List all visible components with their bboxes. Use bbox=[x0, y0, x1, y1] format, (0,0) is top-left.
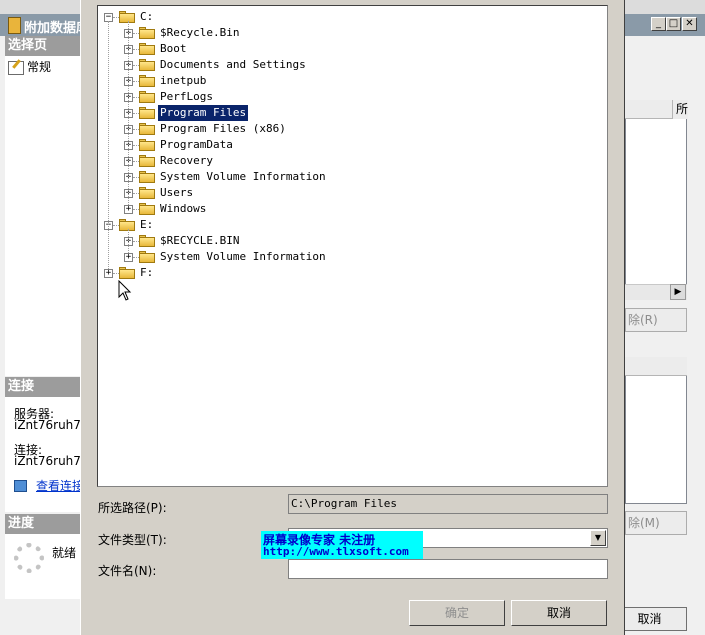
tree-node-label[interactable]: inetpub bbox=[158, 73, 208, 89]
folder-icon bbox=[139, 235, 155, 247]
folder-icon bbox=[139, 75, 155, 87]
folder-icon bbox=[139, 251, 155, 263]
tree-node-label[interactable]: Recovery bbox=[158, 153, 215, 169]
folder-icon bbox=[119, 11, 135, 23]
tree-node-label[interactable]: Program Files bbox=[158, 105, 249, 121]
folder-icon bbox=[139, 43, 155, 55]
remove-button[interactable]: 除(R) bbox=[625, 308, 687, 332]
selected-path-field: C:\Program Files bbox=[288, 494, 608, 514]
folder-icon bbox=[139, 139, 155, 151]
folder-icon bbox=[139, 91, 155, 103]
remove-details-button[interactable]: 除(M) bbox=[625, 511, 687, 535]
tree-node-label[interactable]: ProgramData bbox=[158, 137, 235, 153]
tree-node-label[interactable]: Boot bbox=[158, 41, 189, 57]
file-name-label: 文件名(N): bbox=[98, 564, 157, 578]
select-page-header: 选择页 bbox=[5, 36, 80, 56]
select-page-panel bbox=[5, 56, 80, 376]
grid-header-cell[interactable]: 所 bbox=[672, 100, 688, 119]
connection-header: 连接 bbox=[5, 377, 80, 397]
database-icon bbox=[8, 17, 21, 34]
details-grid-header bbox=[625, 357, 687, 376]
tree-node-label[interactable]: F: bbox=[138, 265, 155, 281]
progress-status: 就绪 bbox=[52, 546, 77, 560]
server-value: iZnt76ruh78 bbox=[14, 418, 89, 432]
selected-path-label: 所选路径(P): bbox=[98, 501, 167, 515]
view-connection-link[interactable]: 查看连接 bbox=[36, 477, 84, 494]
minimize-icon[interactable]: _ bbox=[651, 17, 666, 31]
page-item-general[interactable]: 常规 bbox=[8, 58, 51, 76]
expand-icon[interactable]: + bbox=[124, 205, 133, 214]
scroll-right-icon[interactable]: ▶ bbox=[670, 284, 686, 300]
tree-connector bbox=[108, 21, 109, 269]
tree-node-label[interactable]: E: bbox=[138, 217, 155, 233]
dropdown-arrow-icon[interactable]: ▼ bbox=[590, 530, 606, 546]
tree-node-label[interactable]: Documents and Settings bbox=[158, 57, 308, 73]
file-type-label: 文件类型(T): bbox=[98, 533, 167, 547]
close-icon[interactable]: ✕ bbox=[682, 17, 697, 31]
mouse-cursor-icon bbox=[118, 280, 132, 301]
page-item-label: 常规 bbox=[27, 60, 52, 74]
folder-icon bbox=[139, 59, 155, 71]
recorder-watermark: 屏幕录像专家 未注册 http://www.tlxsoft.com bbox=[261, 531, 423, 559]
connection-value: iZnt76ruh78 bbox=[14, 454, 89, 468]
tree-node-label[interactable]: Users bbox=[158, 185, 195, 201]
expand-icon[interactable]: + bbox=[104, 269, 113, 278]
properties-icon bbox=[8, 60, 24, 75]
folder-icon bbox=[139, 203, 155, 215]
file-name-input[interactable] bbox=[288, 559, 608, 579]
folder-icon bbox=[139, 27, 155, 39]
tree-node-label[interactable]: System Volume Information bbox=[158, 249, 328, 265]
tree-node-label[interactable]: System Volume Information bbox=[158, 169, 328, 185]
details-grid[interactable] bbox=[625, 357, 687, 504]
folder-icon bbox=[139, 123, 155, 135]
tree-connector bbox=[128, 21, 129, 205]
tree-connector bbox=[128, 229, 129, 253]
folder-icon bbox=[139, 107, 155, 119]
tree-node-label[interactable]: PerfLogs bbox=[158, 89, 215, 105]
connection-properties-icon bbox=[14, 480, 27, 492]
tree-node-label[interactable]: $RECYCLE.BIN bbox=[158, 233, 241, 249]
expand-icon[interactable]: + bbox=[124, 253, 133, 262]
folder-icon bbox=[119, 267, 135, 279]
tree-node-label[interactable]: Windows bbox=[158, 201, 208, 217]
databases-grid[interactable] bbox=[625, 100, 687, 298]
folder-icon bbox=[139, 171, 155, 183]
folder-icon bbox=[139, 155, 155, 167]
tree-node-label[interactable]: C: bbox=[138, 9, 155, 25]
tree-node-label[interactable]: $Recycle.Bin bbox=[158, 25, 241, 41]
progress-header: 进度 bbox=[5, 514, 80, 534]
progress-spinner-icon bbox=[14, 543, 44, 573]
cancel-button[interactable]: 取消 bbox=[511, 600, 607, 626]
tree-node-label[interactable]: Program Files (x86) bbox=[158, 121, 288, 137]
ok-button[interactable]: 确定 bbox=[409, 600, 505, 626]
folder-icon bbox=[139, 187, 155, 199]
folder-icon bbox=[119, 219, 135, 231]
maximize-icon[interactable]: □ bbox=[666, 17, 681, 31]
watermark-url: http://www.tlxsoft.com bbox=[263, 545, 409, 558]
